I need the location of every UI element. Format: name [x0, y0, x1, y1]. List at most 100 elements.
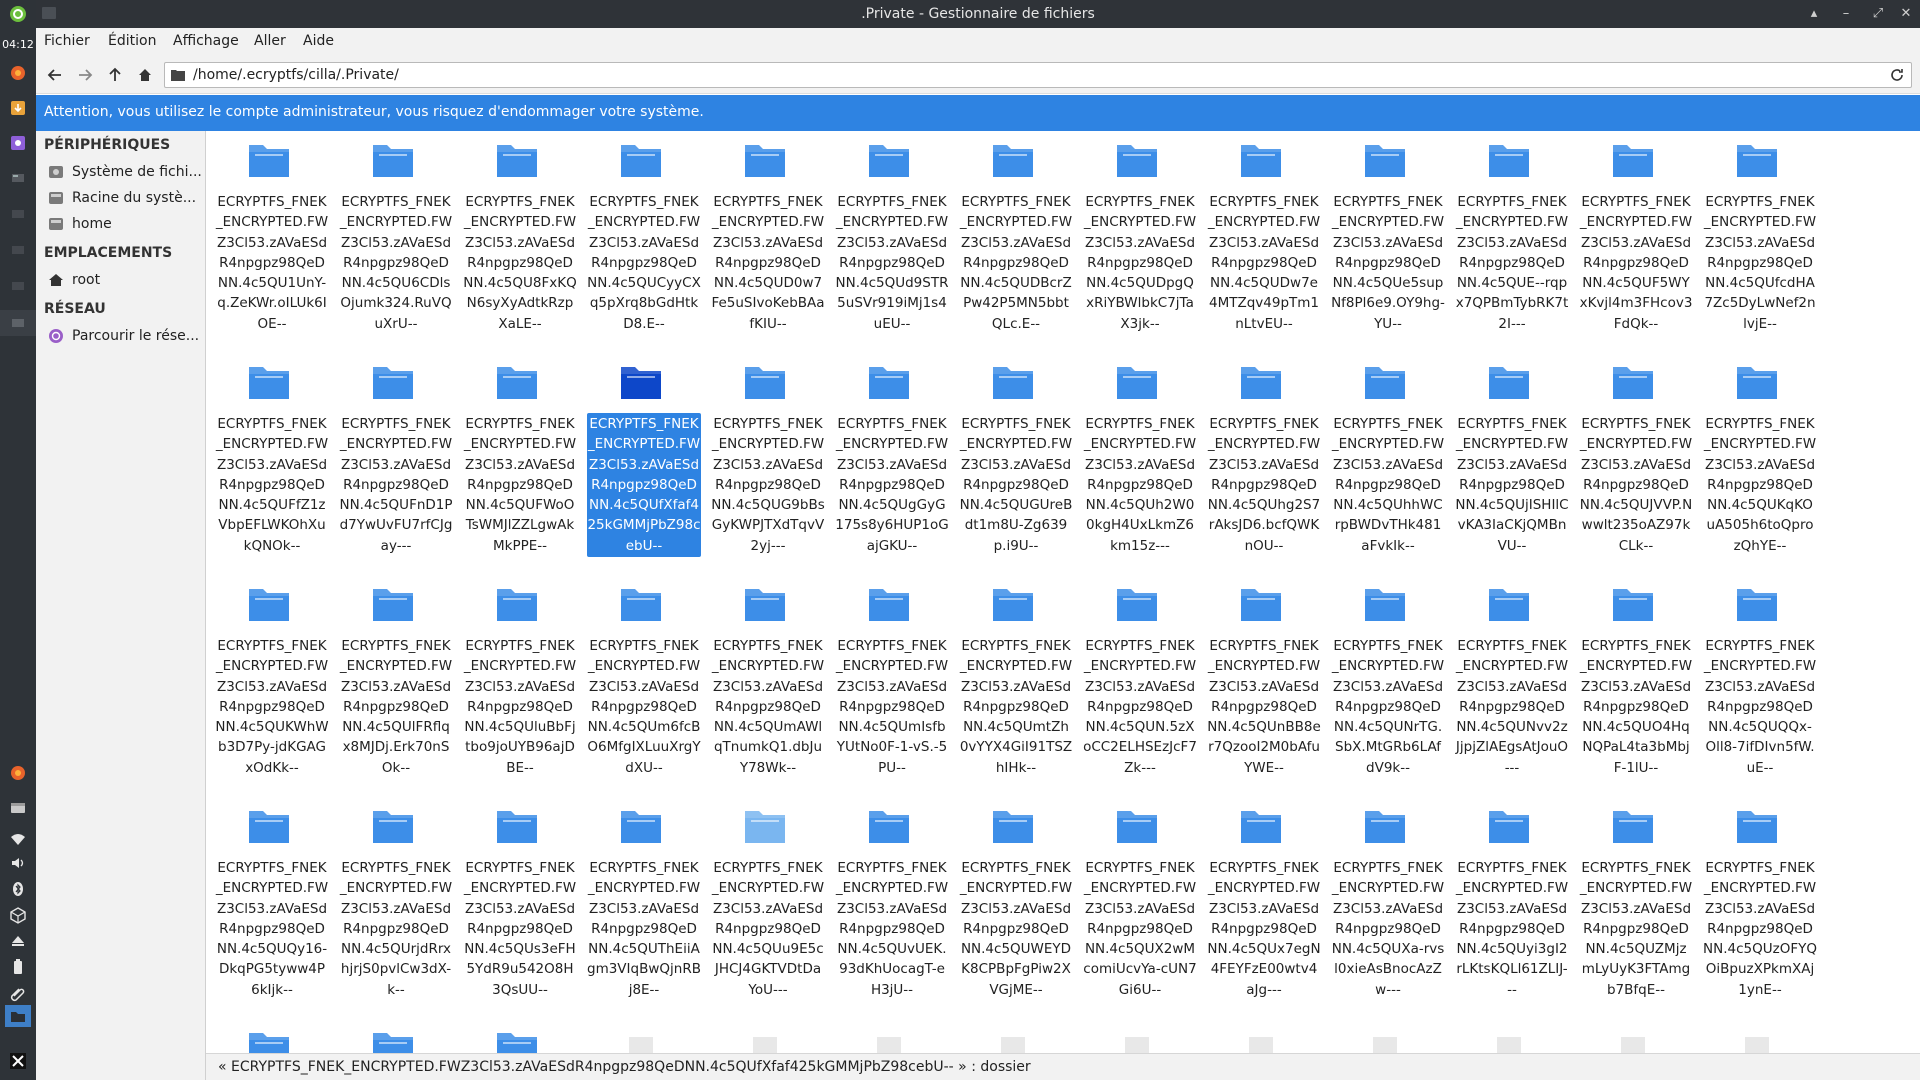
file-item[interactable]: ECRYPTFS_FNEK_ENCRYPTED.FWZ3Cl53.zAVaESd… — [1326, 357, 1444, 575]
shade-icon[interactable]: ▴ — [1804, 4, 1824, 24]
file-item[interactable]: ECRYPTFS_FNEK_ENCRYPTED.FWZ3Cl53.zAVaESd… — [1202, 357, 1320, 575]
address-bar[interactable]: /home/.ecryptfs/cilla/.Private/ — [164, 62, 1912, 88]
minimize-icon[interactable]: – — [1836, 4, 1856, 24]
battery-tray[interactable] — [6, 956, 30, 978]
file-item[interactable]: ECRYPTFS_FNEK_ENCRYPTED.FWZ3Cl53.zAVaESd… — [706, 579, 824, 797]
file-item[interactable] — [1698, 1023, 1816, 1053]
file-item[interactable] — [582, 1023, 700, 1053]
file-item[interactable]: ECRYPTFS_FNEK_ENCRYPTED.FWZ3Cl53.zAVaESd… — [954, 135, 1072, 353]
file-item[interactable]: ECRYPTFS_FNEK_ENCRYPTED.FWZ3Cl53.zAVaESd… — [334, 357, 453, 575]
file-item[interactable] — [1450, 1023, 1568, 1053]
package-tray[interactable] — [6, 904, 30, 926]
file-item[interactable]: ECRYPTFS_FNEK_ENCRYPTED.FWZ3Cl53.zAVaESd… — [1574, 357, 1692, 575]
file-item[interactable]: ECRYPTFS_FNEK_ENCRYPTED.FWZ3Cl53.zAVaESd… — [1574, 801, 1692, 1019]
firefox-tray[interactable] — [6, 762, 30, 784]
file-item[interactable]: ECRYPTFS_FNEK_ENCRYPTED.FWZ3Cl53.zAVaESd… — [210, 135, 328, 353]
file-item[interactable] — [334, 1023, 452, 1053]
file-item[interactable]: ECRYPTFS_FNEK_ENCRYPTED.FWZ3Cl53.zAVaESd… — [334, 801, 452, 1019]
file-item[interactable]: ECRYPTFS_FNEK_ENCRYPTED.FWZ3Cl53.zAVaESd… — [1326, 579, 1444, 797]
file-item[interactable]: ECRYPTFS_FNEK_ENCRYPTED.FWZ3Cl53.zAVaESd… — [582, 579, 701, 797]
file-item[interactable]: ECRYPTFS_FNEK_ENCRYPTED.FWZ3Cl53.zAVaESd… — [210, 579, 329, 797]
file-item[interactable]: ECRYPTFS_FNEK_ENCRYPTED.FWZ3Cl53.zAVaESd… — [706, 801, 824, 1019]
file-item[interactable]: ECRYPTFS_FNEK_ENCRYPTED.FWZ3Cl53.zAVaESd… — [1078, 801, 1197, 1019]
file-item[interactable] — [954, 1023, 1072, 1053]
file-grid[interactable]: ECRYPTFS_FNEK_ENCRYPTED.FWZ3Cl53.zAVaESd… — [206, 131, 1920, 1053]
file-item[interactable]: ECRYPTFS_FNEK_ENCRYPTED.FWZ3Cl53.zAVaESd… — [830, 135, 948, 353]
file-item[interactable] — [1326, 1023, 1444, 1053]
file-item[interactable]: ECRYPTFS_FNEK_ENCRYPTED.FWZ3Cl53.zAVaESd… — [458, 357, 576, 575]
files-tray[interactable] — [6, 797, 30, 819]
file-item[interactable]: ECRYPTFS_FNEK_ENCRYPTED.FWZ3Cl53.zAVaESd… — [1450, 357, 1569, 575]
file-item[interactable]: ECRYPTFS_FNEK_ENCRYPTED.FWZ3Cl53.zAVaESd… — [1078, 357, 1196, 575]
file-item[interactable]: ECRYPTFS_FNEK_ENCRYPTED.FWZ3Cl53.zAVaESd… — [334, 579, 452, 797]
file-item[interactable]: ECRYPTFS_FNEK_ENCRYPTED.FWZ3Cl53.zAVaESd… — [706, 357, 825, 575]
file-item[interactable]: ECRYPTFS_FNEK_ENCRYPTED.FWZ3Cl53.zAVaESd… — [1450, 135, 1568, 353]
media-launcher[interactable] — [6, 132, 30, 154]
address-path[interactable]: /home/.ecryptfs/cilla/.Private/ — [193, 67, 399, 83]
close-icon[interactable]: ✕ — [1896, 4, 1916, 24]
file-item[interactable]: ECRYPTFS_FNEK_ENCRYPTED.FWZ3Cl53.zAVaESd… — [1202, 801, 1321, 1019]
workspace-2[interactable] — [6, 203, 30, 225]
file-item[interactable]: ECRYPTFS_FNEK_ENCRYPTED.FWZ3Cl53.zAVaESd… — [1450, 579, 1568, 797]
back-button[interactable] — [44, 64, 66, 86]
menu-fichier[interactable]: Fichier — [44, 33, 90, 49]
download-launcher[interactable] — [6, 97, 30, 119]
app-menu-button[interactable] — [6, 3, 30, 25]
workspace-4[interactable] — [6, 275, 30, 297]
file-item[interactable]: ECRYPTFS_FNEK_ENCRYPTED.FWZ3Cl53.zAVaESd… — [1450, 801, 1568, 1019]
file-item[interactable]: ECRYPTFS_FNEK_ENCRYPTED.FWZ3Cl53.zAVaESd… — [582, 801, 701, 1019]
file-item[interactable]: ECRYPTFS_FNEK_ENCRYPTED.FWZ3Cl53.zAVaESd… — [830, 801, 948, 1019]
bluetooth-tray[interactable] — [6, 878, 30, 900]
file-item[interactable]: ECRYPTFS_FNEK_ENCRYPTED.FWZ3Cl53.zAVaESd… — [1698, 801, 1817, 1019]
firefox-launcher[interactable] — [6, 62, 30, 84]
workspace-5-active[interactable] — [0, 310, 36, 336]
forward-button[interactable] — [74, 64, 96, 86]
file-item[interactable]: ECRYPTFS_FNEK_ENCRYPTED.FWZ3Cl53.zAVaESd… — [1202, 135, 1320, 353]
sidebar-item-root-fs[interactable]: Racine du systè... — [48, 187, 204, 209]
file-item[interactable]: ECRYPTFS_FNEK_ENCRYPTED.FWZ3Cl53.zAVaESd… — [954, 357, 1072, 575]
file-item[interactable]: ECRYPTFS_FNEK_ENCRYPTED.FWZ3Cl53.zAVaESd… — [1326, 135, 1445, 353]
menu-aide[interactable]: Aide — [303, 33, 334, 49]
show-desktop-button[interactable] — [6, 1050, 30, 1072]
file-item[interactable]: ECRYPTFS_FNEK_ENCRYPTED.FWZ3Cl53.zAVaESd… — [1698, 357, 1816, 575]
workspace-1[interactable] — [6, 167, 30, 189]
file-item[interactable]: ECRYPTFS_FNEK_ENCRYPTED.FWZ3Cl53.zAVaESd… — [1698, 579, 1816, 797]
file-item[interactable]: ECRYPTFS_FNEK_ENCRYPTED.FWZ3Cl53.zAVaESd… — [582, 135, 701, 353]
file-item[interactable]: ECRYPTFS_FNEK_ENCRYPTED.FWZ3Cl53.zAVaESd… — [582, 357, 701, 575]
file-item[interactable] — [1078, 1023, 1196, 1053]
file-item[interactable]: ECRYPTFS_FNEK_ENCRYPTED.FWZ3Cl53.zAVaESd… — [706, 135, 825, 353]
file-item[interactable]: ECRYPTFS_FNEK_ENCRYPTED.FWZ3Cl53.zAVaESd… — [1326, 801, 1444, 1019]
sidebar-item-root[interactable]: root — [48, 269, 204, 291]
title-bar[interactable]: .Private - Gestionnaire de fichiers ▴ – … — [36, 0, 1920, 28]
home-button[interactable] — [134, 64, 156, 86]
reload-icon[interactable] — [1889, 67, 1905, 83]
file-item[interactable]: ECRYPTFS_FNEK_ENCRYPTED.FWZ3Cl53.zAVaESd… — [1574, 579, 1692, 797]
sidebar-item-filesystem[interactable]: Système de fichi... — [48, 161, 204, 183]
file-item[interactable]: ECRYPTFS_FNEK_ENCRYPTED.FWZ3Cl53.zAVaESd… — [458, 135, 577, 353]
file-item[interactable] — [210, 1023, 328, 1053]
file-item[interactable]: ECRYPTFS_FNEK_ENCRYPTED.FWZ3Cl53.zAVaESd… — [458, 801, 576, 1019]
volume-tray[interactable] — [6, 852, 30, 874]
eject-tray[interactable] — [6, 930, 30, 952]
file-item[interactable] — [458, 1023, 576, 1053]
clip-tray[interactable] — [6, 982, 30, 1004]
menu-aller[interactable]: Aller — [254, 33, 286, 49]
sidebar-item-browse-network[interactable]: Parcourir le rése... — [48, 325, 204, 347]
file-item[interactable]: ECRYPTFS_FNEK_ENCRYPTED.FWZ3Cl53.zAVaESd… — [954, 579, 1072, 797]
file-item[interactable] — [1202, 1023, 1320, 1053]
file-item[interactable]: ECRYPTFS_FNEK_ENCRYPTED.FWZ3Cl53.zAVaESd… — [830, 579, 948, 797]
file-item[interactable] — [706, 1023, 824, 1053]
file-item[interactable]: ECRYPTFS_FNEK_ENCRYPTED.FWZ3Cl53.zAVaESd… — [954, 801, 1072, 1019]
file-item[interactable]: ECRYPTFS_FNEK_ENCRYPTED.FWZ3Cl53.zAVaESd… — [830, 357, 949, 575]
file-item[interactable]: ECRYPTFS_FNEK_ENCRYPTED.FWZ3Cl53.zAVaESd… — [458, 579, 576, 797]
file-item[interactable]: ECRYPTFS_FNEK_ENCRYPTED.FWZ3Cl53.zAVaESd… — [1574, 135, 1692, 353]
file-item[interactable]: ECRYPTFS_FNEK_ENCRYPTED.FWZ3Cl53.zAVaESd… — [1078, 135, 1196, 353]
file-item[interactable]: ECRYPTFS_FNEK_ENCRYPTED.FWZ3Cl53.zAVaESd… — [210, 801, 328, 1019]
file-item[interactable]: ECRYPTFS_FNEK_ENCRYPTED.FWZ3Cl53.zAVaESd… — [334, 135, 452, 353]
file-item[interactable] — [830, 1023, 948, 1053]
network-tray[interactable] — [6, 828, 30, 850]
file-item[interactable]: ECRYPTFS_FNEK_ENCRYPTED.FWZ3Cl53.zAVaESd… — [1698, 135, 1816, 353]
file-item[interactable] — [1574, 1023, 1692, 1053]
menu-affichage[interactable]: Affichage — [173, 33, 239, 49]
file-item[interactable]: ECRYPTFS_FNEK_ENCRYPTED.FWZ3Cl53.zAVaESd… — [1202, 579, 1321, 797]
